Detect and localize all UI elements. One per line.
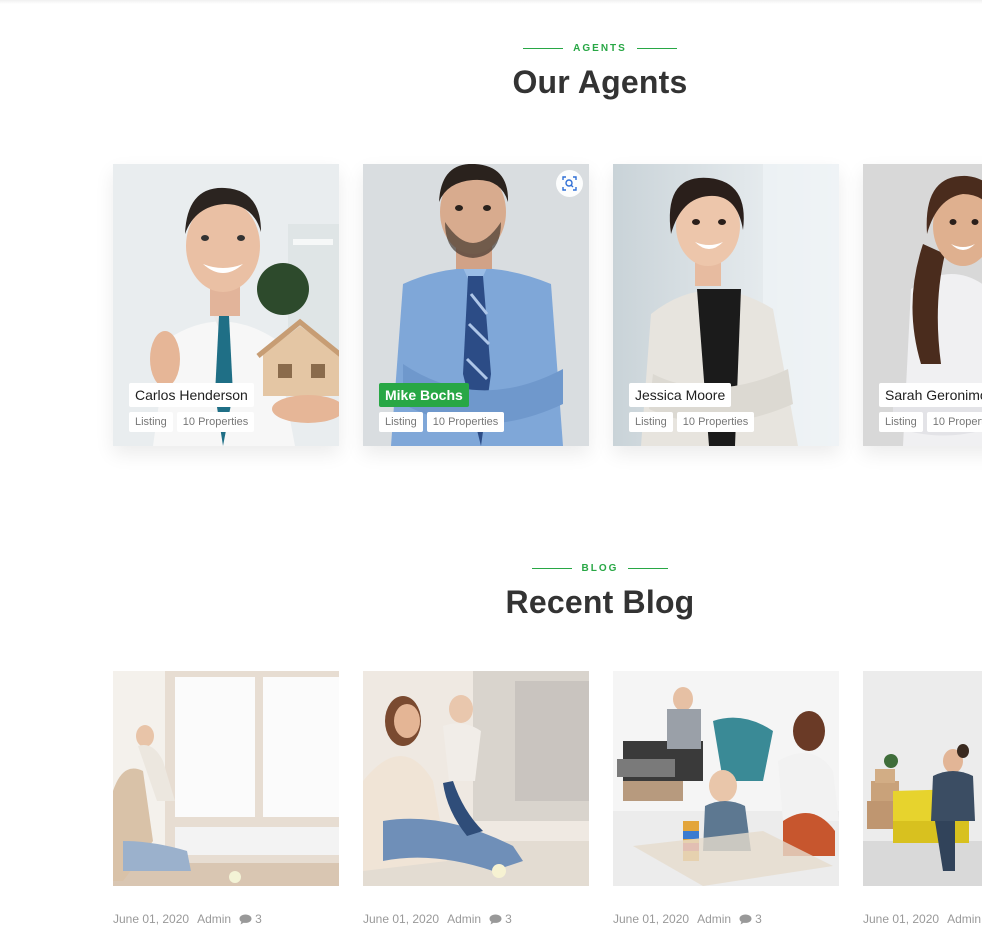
agent-card[interactable]: Carlos Henderson Listing 10 Properties — [113, 164, 339, 446]
post-author[interactable]: Admin — [697, 912, 731, 926]
post-date[interactable]: June 01, 2020 — [863, 912, 939, 926]
agents-title: Our Agents — [512, 64, 688, 101]
agent-tags: Listing 10 Properties — [129, 412, 255, 432]
comment-count: 3 — [255, 912, 262, 926]
post-comments[interactable]: 3 — [489, 912, 512, 926]
agent-card[interactable]: Sarah Geronimo Listing 10 Properties — [863, 164, 982, 446]
agents-heading: AGENTS Our Agents — [0, 36, 982, 101]
blog-meta: June 01, 2020 Admin 3 — [363, 912, 589, 926]
blog-title: Recent Blog — [505, 584, 695, 621]
post-date[interactable]: June 01, 2020 — [613, 912, 689, 926]
agent-name[interactable]: Jessica Moore — [629, 383, 732, 407]
properties-tag[interactable]: 10 Properties — [426, 412, 505, 432]
post-date[interactable]: June 01, 2020 — [363, 912, 439, 926]
blog-meta: June 01, 2020 Admin 3 — [613, 912, 839, 926]
agent-tags: Listing 10 Properties — [629, 412, 755, 432]
blog-card[interactable]: June 01, 2020 Admin 3 — [113, 671, 339, 926]
agents-eyebrow: AGENTS — [523, 38, 677, 58]
header-shadow — [0, 0, 982, 4]
blog-card[interactable]: June 01, 2020 Admin 3 — [863, 671, 982, 926]
agent-name[interactable]: Carlos Henderson — [129, 383, 254, 407]
blog-photo[interactable] — [363, 671, 589, 886]
post-comments[interactable]: 3 — [239, 912, 262, 926]
agent-tags: Listing 10 Properties — [379, 412, 505, 432]
properties-tag[interactable]: 10 Properties — [176, 412, 255, 432]
blog-carousel: June 01, 2020 Admin 3 June 01, 2020 Admi… — [113, 671, 982, 926]
post-author[interactable]: Admin — [947, 912, 981, 926]
agent-card[interactable]: Jessica Moore Listing 10 Properties — [613, 164, 839, 446]
listing-tag[interactable]: Listing — [129, 412, 173, 432]
agent-name[interactable]: Mike Bochs — [379, 383, 469, 407]
blog-eyebrow: BLOG — [531, 558, 669, 578]
listing-tag[interactable]: Listing — [879, 412, 923, 432]
agents-eyebrow-text: AGENTS — [573, 42, 627, 54]
listing-tag[interactable]: Listing — [629, 412, 673, 432]
comment-count: 3 — [505, 912, 512, 926]
agent-tags: Listing 10 Properties — [879, 412, 982, 432]
comment-count: 3 — [755, 912, 762, 926]
blog-photo[interactable] — [613, 671, 839, 886]
comment-icon — [489, 914, 502, 924]
eyebrow-line-left — [531, 567, 572, 569]
agent-card[interactable]: Mike Bochs Listing 10 Properties — [363, 164, 589, 446]
post-date[interactable]: June 01, 2020 — [113, 912, 189, 926]
eyebrow-line-right — [628, 567, 669, 569]
post-author[interactable]: Admin — [197, 912, 231, 926]
listing-tag[interactable]: Listing — [379, 412, 423, 432]
blog-heading: BLOG Recent Blog — [0, 556, 982, 621]
blog-eyebrow-text: BLOG — [581, 562, 619, 574]
properties-tag[interactable]: 10 Properties — [676, 412, 755, 432]
page: AGENTS Our Agents Carlos Henderson Listi… — [0, 0, 982, 930]
post-comments[interactable]: 3 — [739, 912, 762, 926]
blog-photo[interactable] — [113, 671, 339, 886]
scan-search-icon — [562, 176, 577, 191]
properties-tag[interactable]: 10 Properties — [926, 412, 982, 432]
comment-icon — [239, 914, 252, 924]
eyebrow-line-left — [523, 47, 564, 49]
eyebrow-line-right — [636, 47, 677, 49]
zoom-button[interactable] — [556, 170, 583, 197]
comment-icon — [739, 914, 752, 924]
post-author[interactable]: Admin — [447, 912, 481, 926]
blog-meta: June 01, 2020 Admin 3 — [113, 912, 339, 926]
blog-photo[interactable] — [863, 671, 982, 886]
agent-name[interactable]: Sarah Geronimo — [879, 383, 982, 407]
blog-meta: June 01, 2020 Admin 3 — [863, 912, 982, 926]
blog-card[interactable]: June 01, 2020 Admin 3 — [363, 671, 589, 926]
blog-card[interactable]: June 01, 2020 Admin 3 — [613, 671, 839, 926]
agents-carousel: Carlos Henderson Listing 10 Properties M… — [113, 164, 982, 446]
